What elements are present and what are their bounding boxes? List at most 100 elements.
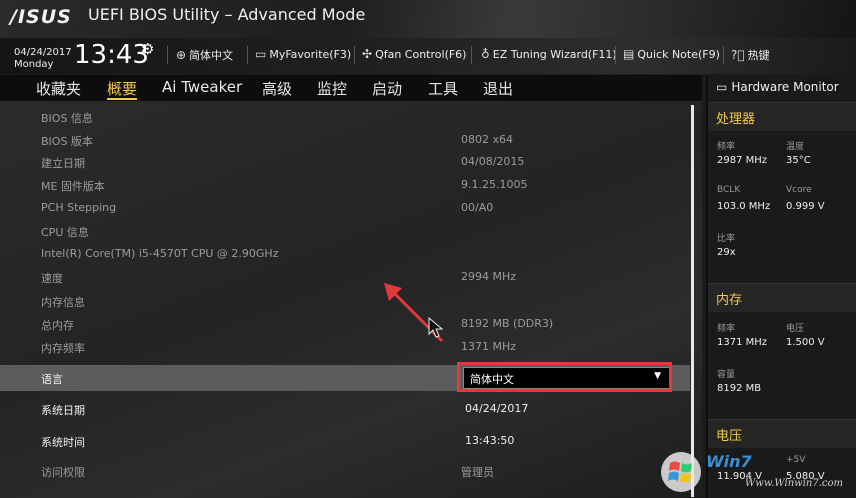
language-label: 语言 bbox=[41, 373, 63, 386]
v5-label: +5V bbox=[786, 455, 806, 465]
info-row: Intel(R) Core(TM) i5-4570T CPU @ 2.90GHz bbox=[0, 244, 690, 266]
info-row: PCH Stepping 00/A0 bbox=[0, 198, 690, 220]
qfan-control-button-label: Qfan Control(F6) bbox=[375, 48, 467, 61]
info-key: 内存信息 bbox=[41, 296, 85, 309]
myfavorite-button-label: MyFavorite(F3) bbox=[269, 48, 352, 61]
weekday-value: Monday bbox=[14, 59, 54, 70]
info-row: 内存信息 bbox=[0, 291, 690, 313]
ez-tuning-wizard-button[interactable]: ♁ EZ Tuning Wizard(F11) bbox=[481, 47, 617, 61]
cpu-temp-label: 温度 bbox=[786, 142, 805, 152]
myfavorite-button[interactable]: ▭ MyFavorite(F3) bbox=[255, 47, 351, 61]
watermark-url: Www.Winwin7.com bbox=[745, 478, 843, 489]
language-button[interactable]: ⊕ 简体中文 bbox=[176, 47, 233, 63]
system-time-row[interactable]: 系统时间 13:43:50 bbox=[0, 431, 690, 453]
memory-section-title: 内存 bbox=[716, 293, 743, 308]
bclk-label: BCLK bbox=[717, 185, 741, 195]
cpu-temp-value: 35°C bbox=[786, 155, 811, 166]
info-value: 04/08/2015 bbox=[461, 155, 525, 168]
toolbar: 04/24/2017 Monday 13:43 ⚙ ⊕ 简体中文 ▭ MyFavor… bbox=[0, 38, 856, 74]
hardware-monitor-title-text: Hardware Monitor bbox=[731, 80, 839, 94]
mem-capacity-label: 容量 bbox=[717, 370, 736, 380]
toolbar-divider bbox=[247, 46, 248, 64]
toolbar-divider bbox=[167, 46, 168, 64]
tab-tool[interactable]: 工具 bbox=[428, 78, 458, 99]
monitor-icon: ▭ bbox=[716, 80, 728, 94]
info-key: 总内存 bbox=[41, 319, 74, 332]
mem-capacity-value: 8192 MB bbox=[717, 383, 762, 394]
info-value: 00/A0 bbox=[461, 201, 494, 214]
info-key: BIOS 版本 bbox=[41, 135, 93, 148]
language-button-label: 简体中文 bbox=[189, 49, 234, 62]
scrollbar[interactable] bbox=[691, 105, 694, 497]
info-value: 1371 MHz bbox=[461, 340, 517, 353]
hardware-monitor-panel: ▭ Hardware Monitor 处理器 频率 温度 2987 MHz 35°… bbox=[706, 75, 856, 498]
hotkeys-button[interactable]: ?⃞ 热键 bbox=[731, 47, 770, 63]
tab-favorites[interactable]: 收藏夹 bbox=[36, 78, 81, 99]
ratio-label: 比率 bbox=[717, 234, 736, 244]
menu-bar: 收藏夹 概要 Ai Tweaker 高级 监控 启动 工具 退出 bbox=[0, 75, 702, 101]
globe-icon: ⊕ bbox=[176, 48, 187, 62]
info-row: 速度 2994 MHz bbox=[0, 267, 690, 289]
toolbar-divider bbox=[471, 46, 472, 64]
mouse-cursor-icon bbox=[428, 317, 444, 338]
tab-boot[interactable]: 启动 bbox=[372, 78, 402, 99]
ratio-value: 29x bbox=[717, 247, 736, 258]
ez-tuning-wizard-button-label: EZ Tuning Wizard(F11) bbox=[492, 48, 617, 61]
system-time-label: 系统时间 bbox=[41, 436, 85, 449]
tab-main[interactable]: 概要 bbox=[107, 78, 137, 99]
system-date-row[interactable]: 系统日期 04/24/2017 bbox=[0, 399, 690, 421]
access-level-label: 访问权限 bbox=[41, 466, 85, 479]
voltage-section-header: 电压 bbox=[708, 419, 856, 448]
favorite-icon: ▭ bbox=[255, 47, 267, 61]
info-value: 9.1.25.1005 bbox=[461, 178, 528, 191]
access-level-row: 访问权限 管理员 bbox=[0, 461, 690, 483]
info-row: ME 固件版本 9.1.25.1005 bbox=[0, 175, 690, 197]
asus-logo: /ISUS bbox=[10, 6, 72, 28]
voltage-section-title: 电压 bbox=[716, 429, 743, 444]
mem-volt-label: 电压 bbox=[786, 324, 805, 334]
info-row: 建立日期 04/08/2015 bbox=[0, 152, 690, 174]
bulb-icon: ♁ bbox=[481, 47, 490, 61]
tab-exit[interactable]: 退出 bbox=[483, 78, 513, 99]
tab-ai-tweaker[interactable]: Ai Tweaker bbox=[162, 78, 242, 96]
tab-monitor[interactable]: 监控 bbox=[317, 78, 347, 99]
info-value: 2994 MHz bbox=[461, 270, 517, 283]
app-title: UEFI BIOS Utility – Advanced Mode bbox=[88, 5, 366, 24]
info-row: 总内存 8192 MB (DDR3) bbox=[0, 314, 690, 336]
fan-icon: ✣ bbox=[362, 47, 373, 61]
info-value: 0802 x64 bbox=[461, 133, 513, 146]
cpu-freq-label: 频率 bbox=[717, 142, 736, 152]
gear-icon[interactable]: ⚙ bbox=[141, 40, 154, 58]
hotkeys-button-label: 热键 bbox=[747, 49, 770, 62]
main-panel: BIOS 信息 BIOS 版本 0802 x64 建立日期 04/08/2015… bbox=[0, 101, 702, 498]
date-value: 04/24/2017 bbox=[14, 47, 72, 58]
info-row: CPU 信息 bbox=[0, 221, 690, 243]
date-display: 04/24/2017 Monday bbox=[14, 47, 72, 71]
time-display: 13:43 bbox=[74, 40, 149, 70]
windows-logo-icon bbox=[661, 452, 701, 492]
info-row: BIOS 信息 bbox=[0, 107, 690, 129]
cpu-section-title: 处理器 bbox=[716, 112, 756, 127]
qfan-control-button[interactable]: ✣ Qfan Control(F6) bbox=[362, 47, 466, 61]
info-key: ME 固件版本 bbox=[41, 180, 105, 193]
cpu-freq-value: 2987 MHz bbox=[717, 155, 768, 166]
active-tab-indicator bbox=[107, 98, 137, 100]
info-key: Intel(R) Core(TM) i5-4570T CPU @ 2.90GHz bbox=[41, 247, 279, 260]
info-value: 8192 MB (DDR3) bbox=[461, 317, 554, 330]
system-date-value[interactable]: 04/24/2017 bbox=[465, 402, 528, 415]
info-key: BIOS 信息 bbox=[41, 112, 93, 125]
mem-freq-label: 频率 bbox=[717, 324, 736, 334]
info-key: 建立日期 bbox=[41, 157, 85, 170]
system-date-label: 系统日期 bbox=[41, 404, 85, 417]
system-time-value[interactable]: 13:43:50 bbox=[465, 434, 514, 447]
quick-note-button[interactable]: ▤ Quick Note(F9) bbox=[623, 47, 720, 61]
memory-section-header: 内存 bbox=[708, 283, 856, 312]
info-key: 内存频率 bbox=[41, 342, 85, 355]
quick-note-button-label: Quick Note(F9) bbox=[637, 48, 720, 61]
mem-volt-value: 1.500 V bbox=[786, 337, 825, 348]
tab-advanced[interactable]: 高级 bbox=[262, 78, 292, 99]
hardware-monitor-title: ▭ Hardware Monitor bbox=[716, 80, 839, 94]
info-key: CPU 信息 bbox=[41, 226, 89, 239]
watermark-brand: Win7 bbox=[706, 452, 752, 471]
title-bar: /ISUS UEFI BIOS Utility – Advanced Mode bbox=[0, 0, 856, 38]
